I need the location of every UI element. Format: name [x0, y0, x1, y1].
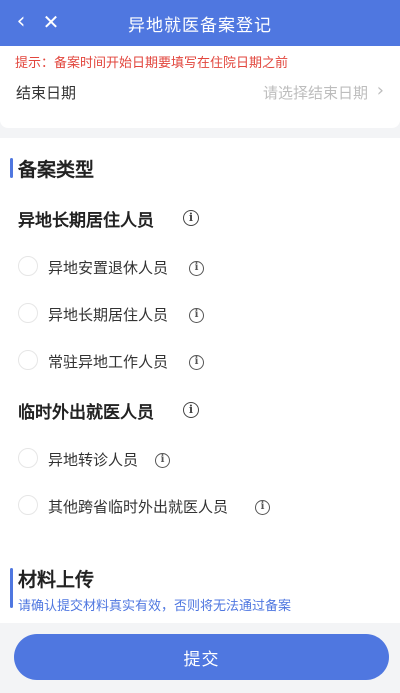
group-title-long-term: 异地长期居住人员 — [18, 211, 154, 231]
info-icon[interactable]: i — [255, 500, 270, 515]
upload-title: 材料上传 — [18, 569, 95, 591]
back-icon[interactable]: ‹ — [10, 10, 32, 36]
info-icon[interactable]: i — [155, 453, 170, 468]
radio-stationed-worker[interactable] — [18, 350, 38, 370]
option-label[interactable]: 其他跨省临时外出就医人员 — [48, 496, 228, 517]
section-accent-bar — [10, 568, 13, 608]
info-icon[interactable]: i — [183, 402, 199, 418]
end-date-label: 结束日期 — [16, 84, 77, 102]
info-icon[interactable]: i — [189, 308, 204, 323]
option-label[interactable]: 异地转诊人员 — [48, 449, 138, 470]
end-date-picker[interactable]: 请选择结束日期 — [263, 82, 368, 103]
option-label[interactable]: 常驻异地工作人员 — [48, 351, 168, 372]
page-title: 异地就医备案登记 — [128, 15, 272, 36]
close-icon[interactable]: ✕ — [40, 10, 62, 36]
chevron-right-icon[interactable]: › — [377, 80, 384, 101]
filing-type-card — [0, 138, 400, 548]
info-icon[interactable]: i — [183, 210, 199, 226]
radio-long-term-resident[interactable] — [18, 303, 38, 323]
upload-note: 请确认提交材料真实有效，否则将无法通过备案 — [18, 599, 292, 614]
date-tip: 提示：备案时间开始日期要填写在住院日期之前 — [15, 56, 289, 71]
radio-resettled-retiree[interactable] — [18, 256, 38, 276]
radio-other-temporary[interactable] — [18, 495, 38, 515]
group-title-temporary: 临时外出就医人员 — [18, 403, 154, 423]
app-header: ‹ ✕ 异地就医备案登记 — [0, 0, 400, 46]
submit-button[interactable]: 提交 — [14, 634, 389, 680]
option-label[interactable]: 异地长期居住人员 — [48, 304, 168, 325]
option-label[interactable]: 异地安置退休人员 — [48, 257, 168, 278]
filing-type-title: 备案类型 — [18, 159, 95, 181]
radio-referral[interactable] — [18, 448, 38, 468]
info-icon[interactable]: i — [189, 261, 204, 276]
section-accent-bar — [10, 158, 13, 178]
info-icon[interactable]: i — [189, 355, 204, 370]
